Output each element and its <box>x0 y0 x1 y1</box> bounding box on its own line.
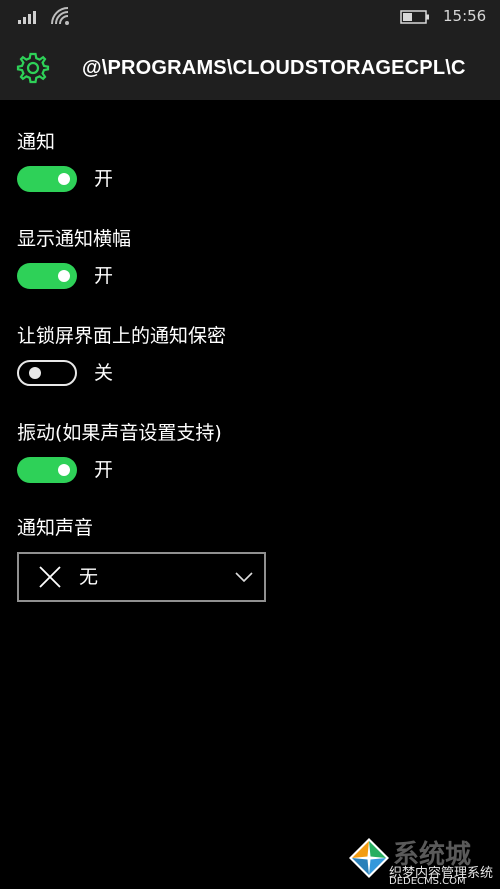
toggle-knob <box>58 173 70 185</box>
page-title: @\PROGRAMS\CLOUDSTORAGECPL\C <box>82 57 466 79</box>
status-time: 15:56 <box>443 7 487 25</box>
watermark-logo-icon <box>349 838 389 878</box>
dropdown-selected-value: 无 <box>79 566 99 588</box>
toggle-state-label: 关 <box>94 362 114 384</box>
vibration-toggle[interactable] <box>17 457 77 483</box>
lock-screen-private-toggle[interactable] <box>17 360 77 386</box>
settings-header: @\PROGRAMS\CLOUDSTORAGECPL\C <box>0 36 500 100</box>
toggle-knob <box>58 464 70 476</box>
setting-label: 振动(如果声音设置支持) <box>17 422 222 444</box>
toggle-knob <box>29 367 41 379</box>
setting-vibration: 振动(如果声音设置支持) 开 <box>17 421 222 483</box>
status-bar: 15:56 <box>0 0 500 36</box>
setting-label: 显示通知横幅 <box>17 228 132 250</box>
chevron-down-icon <box>235 572 253 582</box>
battery-icon <box>400 10 429 24</box>
setting-notification-sound: 通知声音 <box>17 516 93 540</box>
x-icon <box>39 566 61 588</box>
setting-notifications: 通知 开 <box>17 130 113 192</box>
setting-label: 通知声音 <box>17 517 94 539</box>
toggle-knob <box>58 270 70 282</box>
toggle-row: 开 <box>17 166 113 192</box>
wifi-icon <box>51 7 69 25</box>
signal-strength-icon <box>18 11 36 24</box>
toggle-state-label: 开 <box>94 168 114 190</box>
setting-lock-screen-private: 让锁屏界面上的通知保密 关 <box>17 324 227 386</box>
notification-sound-dropdown[interactable]: 无 <box>17 552 266 602</box>
watermark-line2: DEDECMS.COM <box>389 876 466 887</box>
toggle-state-label: 开 <box>94 459 114 481</box>
toggle-state-label: 开 <box>94 265 114 287</box>
notifications-toggle[interactable] <box>17 166 77 192</box>
setting-label: 让锁屏界面上的通知保密 <box>17 325 227 347</box>
watermark: 系统城 织梦内容管理系统 DEDECMS.COM <box>345 832 500 889</box>
setting-show-banners: 显示通知横幅 开 <box>17 227 132 289</box>
toggle-row: 关 <box>17 360 113 386</box>
toggle-row: 开 <box>17 457 113 483</box>
setting-label: 通知 <box>17 131 56 153</box>
show-banners-toggle[interactable] <box>17 263 77 289</box>
toggle-row: 开 <box>17 263 113 289</box>
gear-icon <box>16 52 50 84</box>
